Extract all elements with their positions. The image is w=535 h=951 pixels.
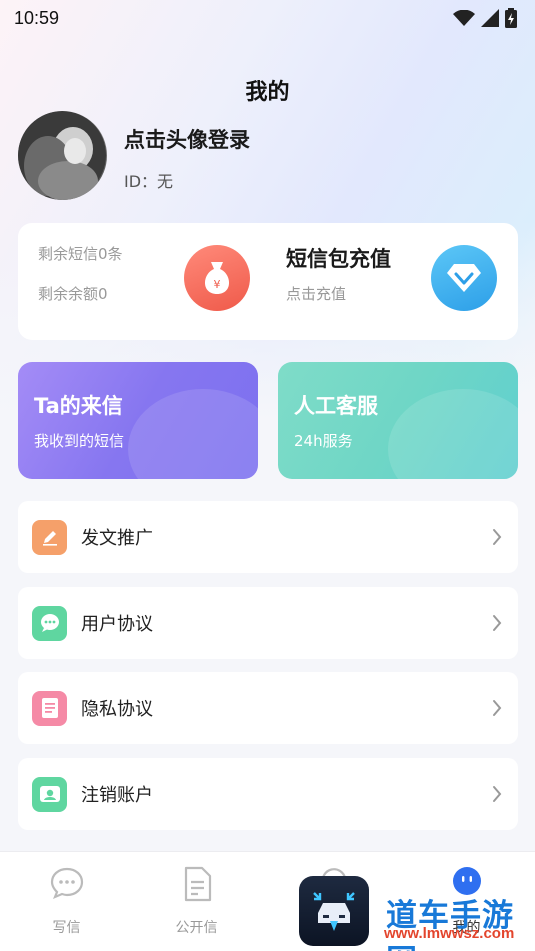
menu-item-privacy[interactable]: 隐私协议: [18, 672, 518, 744]
menu-label-delete-account: 注销账户: [81, 785, 153, 806]
tab-public-letter-label: 公开信: [175, 920, 218, 936]
customer-service-card[interactable]: 人工客服 24h服务: [278, 362, 518, 479]
chat-icon: [50, 867, 83, 900]
sms-remaining-label: 剩余短信0条: [38, 245, 123, 263]
account-cancel-icon: [32, 776, 67, 812]
menu-label-privacy: 隐私协议: [81, 699, 153, 720]
menu-label-promote: 发文推广: [81, 528, 153, 549]
menu-item-promote[interactable]: 发文推广: [18, 501, 518, 573]
letters-card-subtitle: 我收到的短信: [34, 432, 125, 450]
document-icon: [32, 690, 67, 726]
letters-card[interactable]: Ta的来信 我收到的短信: [18, 362, 258, 479]
watermark-logo: [299, 876, 369, 946]
header-background: [0, 0, 535, 420]
tab-write[interactable]: 写信: [0, 852, 133, 951]
tab-public-letter[interactable]: 公开信: [130, 852, 263, 951]
coin-symbol: ¥: [214, 278, 221, 291]
money-bag-icon: ¥: [184, 245, 250, 311]
balance-card: 剩余短信0条 剩余余额0 ¥ 短信包充值 点击充值: [18, 223, 518, 340]
status-time: 10:59: [14, 7, 60, 28]
signal-icon: [481, 9, 499, 27]
recharge-subtitle[interactable]: 点击充值: [286, 283, 346, 304]
login-prompt[interactable]: 点击头像登录: [124, 124, 250, 154]
status-bar: 10:59: [0, 0, 535, 36]
customer-service-title: 人工客服: [294, 394, 378, 418]
chat-bubble-icon: [32, 605, 67, 641]
chevron-right-icon: [493, 615, 502, 631]
recharge-title[interactable]: 短信包充值: [286, 243, 391, 273]
pencil-icon: [32, 519, 67, 555]
watermark-url: www.lmwwsz.com: [384, 925, 515, 942]
letters-card-title: Ta的来信: [34, 394, 123, 418]
chevron-right-icon: [493, 529, 502, 545]
diamond-icon[interactable]: [431, 245, 497, 311]
avatar-photo: [18, 111, 106, 200]
customer-service-subtitle: 24h服务: [294, 432, 353, 450]
page-title: 我的: [245, 80, 290, 105]
letter-icon: [184, 866, 211, 902]
avatar[interactable]: [18, 111, 107, 200]
menu-item-delete-account[interactable]: 注销账户: [18, 758, 518, 830]
battery-icon: [505, 8, 517, 28]
status-icons: [453, 8, 517, 28]
user-id: ID：无: [124, 172, 174, 191]
chevron-right-icon: [493, 700, 502, 716]
wifi-icon: [453, 10, 475, 26]
menu-item-user-agreement[interactable]: 用户协议: [18, 587, 518, 659]
tab-write-label: 写信: [52, 920, 81, 936]
chevron-right-icon: [493, 786, 502, 802]
menu-label-user-agreement: 用户协议: [81, 614, 153, 635]
balance-remaining-label: 剩余余额0: [38, 285, 108, 303]
